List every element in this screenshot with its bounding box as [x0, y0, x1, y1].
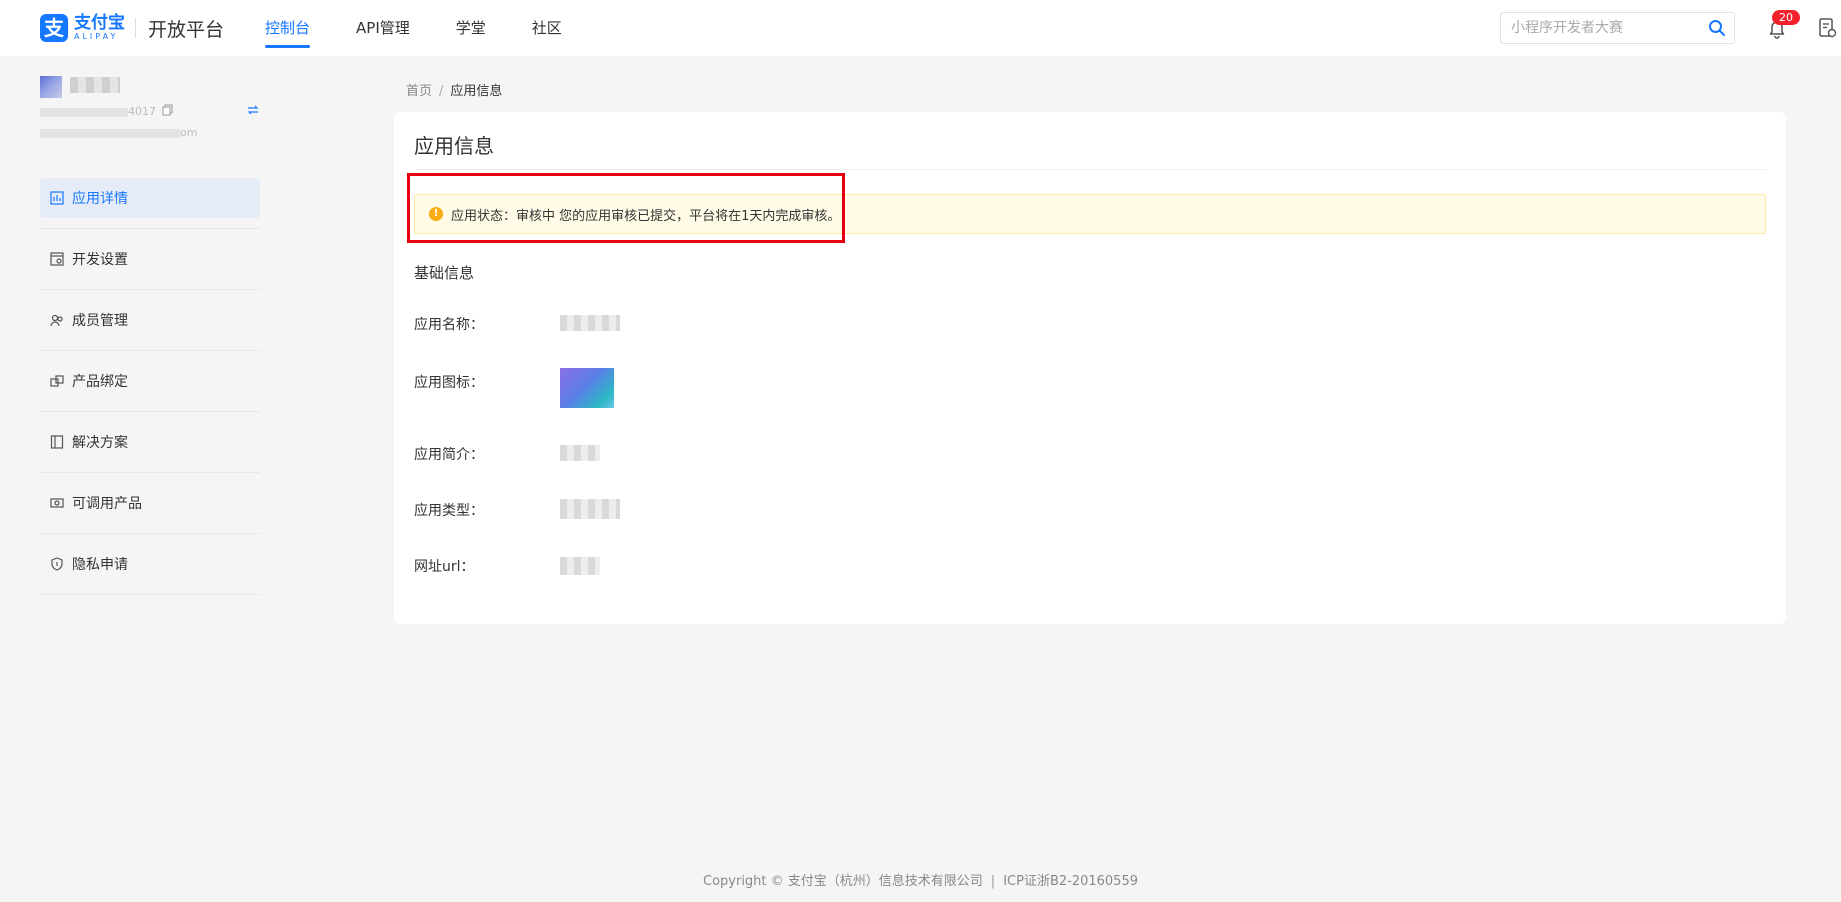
page-title: 应用信息	[414, 134, 494, 158]
breadcrumb: 首页 / 应用信息	[406, 80, 502, 99]
switch-icon[interactable]	[247, 104, 259, 116]
field-label-app-type: 应用类型：	[414, 503, 484, 519]
document-icon[interactable]	[1816, 17, 1838, 39]
field-value-app-name-blurred	[560, 315, 620, 331]
field-value-app-type-blurred	[560, 499, 620, 519]
field-label-app-name: 应用名称：	[414, 317, 484, 333]
section-title-basic-info: 基础信息	[414, 264, 475, 282]
sidebar-item-product-binding[interactable]: 产品绑定	[40, 361, 260, 412]
settings-icon	[50, 252, 64, 266]
book-icon	[50, 435, 64, 449]
sidebar-item-label: 隐私申请	[72, 557, 128, 573]
sidebar-item-dev-settings[interactable]: 开发设置	[40, 239, 260, 290]
app-id-suffix: 4017	[128, 105, 156, 118]
sidebar-item-label: 产品绑定	[72, 374, 128, 390]
sidebar: 4017 om 应用详情 开发设置 成员管理 产品绑定 解决方案 可调用产品 隐…	[40, 56, 260, 595]
sidebar-item-label: 可调用产品	[72, 496, 142, 512]
footer: Copyright © 支付宝（杭州）信息技术有限公司 | ICP证浙B2-2016…	[0, 870, 1841, 889]
sidebar-item-app-details[interactable]: 应用详情	[40, 178, 260, 229]
nav-console[interactable]: 控制台	[265, 0, 311, 56]
sidebar-item-solutions[interactable]: 解决方案	[40, 422, 260, 473]
account-email-suffix: om	[180, 126, 198, 139]
chart-icon	[50, 191, 64, 205]
footer-icp[interactable]: ICP证浙B2-20160559	[1003, 874, 1138, 889]
sidebar-item-callable-products[interactable]: 可调用产品	[40, 483, 260, 534]
platform-title: 开放平台	[148, 18, 225, 41]
field-label-app-icon: 应用图标：	[414, 375, 484, 391]
field-value-website-url-blurred	[560, 557, 600, 575]
alipay-logo-icon: 支	[40, 14, 68, 42]
sidebar-item-label: 成员管理	[72, 313, 128, 329]
top-nav: 控制台 API管理 学堂 社区	[265, 0, 608, 56]
nav-api-management[interactable]: API管理	[356, 0, 410, 56]
field-value-app-intro-blurred	[560, 445, 600, 461]
title-divider	[414, 169, 1766, 170]
link-icon	[50, 375, 64, 387]
breadcrumb-home[interactable]: 首页	[406, 84, 432, 99]
sidebar-menu: 应用详情 开发设置 成员管理 产品绑定 解决方案 可调用产品 隐私申请	[40, 178, 260, 605]
sidebar-item-privacy[interactable]: 隐私申请	[40, 544, 260, 595]
footer-separator: |	[990, 874, 996, 889]
logo-divider	[135, 18, 136, 38]
nav-community[interactable]: 社区	[532, 0, 562, 56]
footer-copyright: Copyright © 支付宝（杭州）信息技术有限公司	[703, 874, 983, 889]
shield-icon	[51, 557, 63, 571]
app-icon-image	[560, 368, 614, 408]
app-info-card: 应用信息 ! 应用状态：审核中 您的应用审核已提交，平台将在1天内完成审核。 基…	[394, 112, 1786, 624]
search-icon[interactable]	[1708, 19, 1726, 37]
nav-academy[interactable]: 学堂	[456, 0, 486, 56]
search-input[interactable]	[1501, 13, 1691, 43]
logo-text-cn: 支付宝	[74, 13, 125, 33]
sidebar-item-label: 解决方案	[72, 435, 128, 451]
account-email: om	[40, 126, 197, 139]
sidebar-item-label: 应用详情	[72, 191, 128, 207]
field-label-app-intro: 应用简介：	[414, 447, 484, 463]
alipay-logo[interactable]: 支 支付宝 ALIPAY 开放平台	[40, 14, 224, 42]
sidebar-item-label: 开发设置	[72, 252, 128, 268]
annotation-highlight-box	[407, 173, 845, 243]
breadcrumb-current: 应用信息	[450, 84, 503, 99]
copy-icon[interactable]	[162, 104, 174, 116]
members-icon	[50, 314, 63, 327]
app-avatar	[40, 76, 62, 98]
search-box	[1500, 12, 1735, 44]
notification-badge: 20	[1772, 10, 1800, 25]
breadcrumb-separator: /	[439, 84, 444, 99]
field-label-website-url: 网址url：	[414, 559, 475, 575]
app-id: 4017	[40, 105, 156, 118]
app-name-blurred	[70, 77, 120, 93]
logo-text-en: ALIPAY	[74, 32, 119, 41]
top-header: 支 支付宝 ALIPAY 开放平台 控制台 API管理 学堂 社区 20	[0, 0, 1841, 56]
products-icon	[50, 498, 64, 508]
sidebar-item-members[interactable]: 成员管理	[40, 300, 260, 351]
account-panel: 4017 om	[40, 56, 260, 156]
